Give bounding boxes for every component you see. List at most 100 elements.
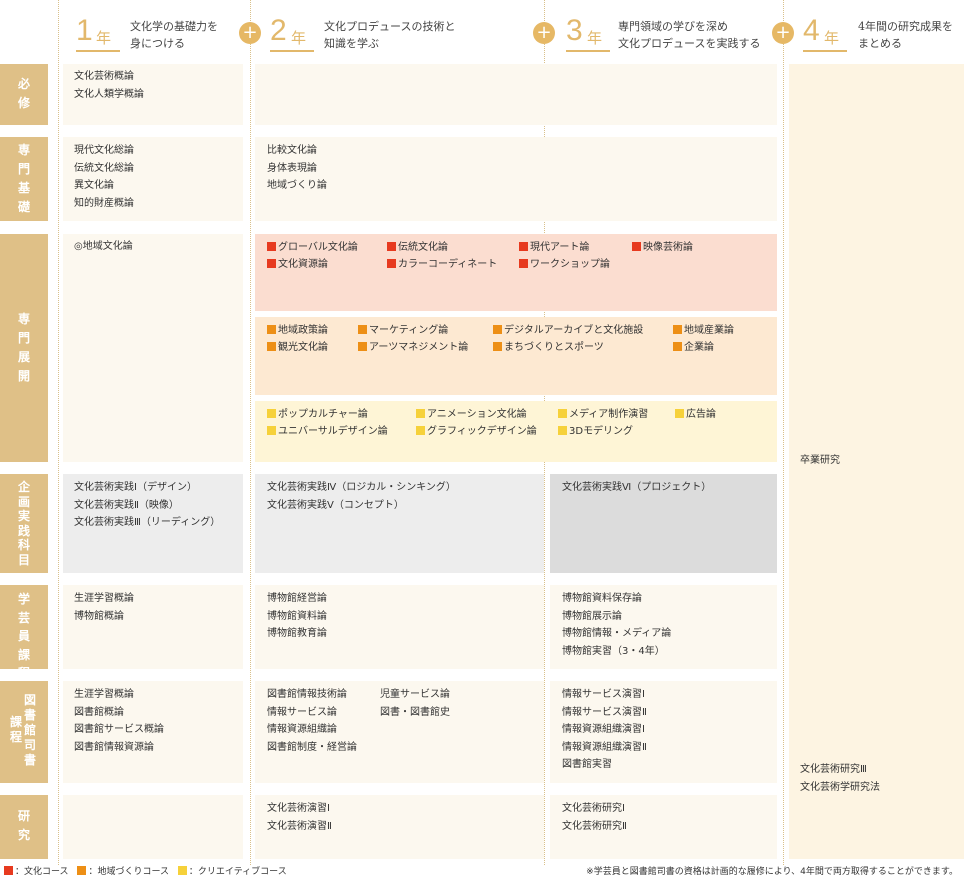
course-item: ワークショップ論 xyxy=(519,257,610,273)
course-item: 企業論 xyxy=(673,340,714,356)
cell-gakugeiin-y2: 博物館経営論 博物館資料論 博物館教育論 xyxy=(255,585,544,669)
row-label-toshokan: 図書館司書 課程 xyxy=(0,681,48,783)
list-gakugeiin-y3: 博物館資料保存論 博物館展示論 博物館情報・メディア論 博物館実習（3・4年） xyxy=(562,593,672,657)
square-icon xyxy=(267,426,276,435)
cell-senmon-tenkai-y1: ◎地域文化論 xyxy=(63,234,243,462)
guide-year2 xyxy=(250,0,251,865)
cell-kenkyu-y2: 文化芸術演習Ⅰ 文化芸術演習Ⅱ xyxy=(255,795,544,859)
course-item: ユニバーサルデザイン論 xyxy=(267,424,388,440)
square-icon xyxy=(416,426,425,435)
year-3: 3 年 xyxy=(566,14,610,54)
cell-kikaku-y1: 文化芸術実践Ⅰ（デザイン） 文化芸術実践Ⅱ（映像） 文化芸術実践Ⅲ（リーディング… xyxy=(63,474,243,573)
square-icon xyxy=(675,409,684,418)
list-kikaku-y2: 文化芸術実践Ⅳ（ロジカル・シンキング） 文化芸術実践Ⅴ（コンセプト） xyxy=(267,482,456,511)
year-4: 4 年 xyxy=(803,14,847,54)
year-1-desc: 文化学の基礎力を 身につける xyxy=(130,20,218,50)
list-senmon-kiso-y2: 比較文化論 身体表現論 地域づくり論 xyxy=(267,145,327,191)
course-item: 広告論 xyxy=(675,407,716,423)
year-4-desc: 4年間の研究成果を まとめる xyxy=(858,20,953,50)
year4-bottom-list: 文化芸術研究Ⅲ 文化芸術学研究法 xyxy=(800,764,880,793)
course-item: ポップカルチャー論 xyxy=(267,407,368,423)
cell-toshokan-y3: 情報サービス演習Ⅰ 情報サービス演習Ⅱ 情報資源組織演習Ⅰ 情報資源組織演習Ⅱ … xyxy=(550,681,777,783)
course-item: 3Dモデリング xyxy=(558,424,633,440)
course-item: 映像芸術論 xyxy=(632,240,693,256)
square-icon xyxy=(267,259,276,268)
year-3-desc: 専門領域の学びを深め 文化プロデュースを実践する xyxy=(618,20,761,50)
list-hisshu-y1: 文化芸術概論 文化人類学概論 xyxy=(74,71,144,100)
course-item: グローバル文化論 xyxy=(267,240,358,256)
legend-item-bunka: ：文化コース xyxy=(4,866,69,879)
list-kikaku-y3: 文化芸術実践Ⅵ（プロジェクト） xyxy=(562,482,712,493)
row-label-senmon-kiso: 専門基礎 xyxy=(0,137,48,221)
square-icon xyxy=(519,242,528,251)
course-item: 地域産業論 xyxy=(673,323,734,339)
footnote: ※学芸員と図書館司書の資格は計画的な履修により、4年間で両方取得することができま… xyxy=(586,867,958,877)
cell-toshokan-y2: 図書館情報技術論 情報サービス論 情報資源組織論 図書館制度・経営論 児童サービ… xyxy=(255,681,544,783)
list-toshokan-y2a: 図書館情報技術論 情報サービス論 情報資源組織論 図書館制度・経営論 xyxy=(267,689,357,753)
square-icon xyxy=(493,325,502,334)
square-icon xyxy=(387,242,396,251)
square-icon xyxy=(77,866,87,875)
list-gakugeiin-y2: 博物館経営論 博物館資料論 博物館教育論 xyxy=(267,593,327,639)
cell-gakugeiin-y3: 博物館資料保存論 博物館展示論 博物館情報・メディア論 博物館実習（3・4年） xyxy=(550,585,777,669)
square-icon xyxy=(673,325,682,334)
course-item: 現代アート論 xyxy=(519,240,589,256)
list-toshokan-y3: 情報サービス演習Ⅰ 情報サービス演習Ⅱ 情報資源組織演習Ⅰ 情報資源組織演習Ⅱ … xyxy=(562,689,647,770)
row-label-gakugeiin: 学芸員課程 xyxy=(0,585,48,680)
list-senmon-kiso-y1: 現代文化総論 伝統文化総論 異文化論 知的財産概論 xyxy=(74,145,134,209)
row-label-kikaku: 企画実践科目 xyxy=(0,474,48,573)
band-creative-course: ポップカルチャー論 アニメーション文化論 メディア制作演習 広告論 ユニバーサル… xyxy=(255,401,777,462)
cell-kikaku-y2: 文化芸術実践Ⅳ（ロジカル・シンキング） 文化芸術実践Ⅴ（コンセプト） xyxy=(255,474,544,573)
cell-gakugeiin-y1: 生涯学習概論 博物館概論 xyxy=(63,585,243,669)
guide-year1 xyxy=(58,0,59,865)
band-chiiki-course: 地域政策論 マーケティング論 デジタルアーカイブと文化施設 地域産業論 観光文化… xyxy=(255,317,777,395)
square-icon xyxy=(4,866,13,875)
course-item: まちづくりとスポーツ xyxy=(493,340,604,356)
row-label-senmon-tenkai: 専門展開 xyxy=(0,234,48,462)
cell-kenkyu-y3: 文化芸術研究Ⅰ 文化芸術研究Ⅱ xyxy=(550,795,777,859)
legend-item-creative: ：クリエイティブコース xyxy=(177,866,287,879)
cell-senmon-kiso-y2: 比較文化論 身体表現論 地域づくり論 xyxy=(255,137,777,221)
square-icon xyxy=(267,242,276,251)
year-2: 2 年 xyxy=(270,14,314,54)
course-item: アニメーション文化論 xyxy=(416,407,527,423)
course-item: マーケティング論 xyxy=(358,323,448,339)
list-toshokan-y1: 生涯学習概論 図書館概論 図書館サービス概論 図書館情報資源論 xyxy=(74,689,164,753)
course-item: 地域政策論 xyxy=(267,323,328,339)
year-1: 1 年 xyxy=(76,14,120,54)
square-icon xyxy=(267,325,276,334)
square-icon xyxy=(177,866,187,875)
square-icon xyxy=(493,342,502,351)
square-icon xyxy=(558,409,567,418)
band-bunka-course: グローバル文化論 伝統文化論 現代アート論 映像芸術論 文化資源論 カラーコーデ… xyxy=(255,234,777,311)
square-icon xyxy=(416,409,425,418)
course-item: メディア制作演習 xyxy=(558,407,648,423)
course-item: アーツマネジメント論 xyxy=(358,340,468,356)
square-icon xyxy=(387,259,396,268)
year4-sotsugyo: 卒業研究 xyxy=(800,455,840,466)
square-icon xyxy=(358,342,367,351)
plus-icon: + xyxy=(533,22,555,44)
year-2-desc: 文化プロデュースの技術と 知識を学ぶ xyxy=(324,20,456,50)
square-icon xyxy=(519,259,528,268)
row-label-hisshu: 必修 xyxy=(0,64,48,125)
list-toshokan-y2b: 児童サービス論 図書・図書館史 xyxy=(380,689,450,718)
list-gakugeiin-y1: 生涯学習概論 博物館概論 xyxy=(74,593,134,622)
guide-year4 xyxy=(783,0,784,865)
square-icon xyxy=(267,342,276,351)
plus-icon: + xyxy=(772,22,794,44)
plus-icon: + xyxy=(239,22,261,44)
list-kenkyu-y3: 文化芸術研究Ⅰ 文化芸術研究Ⅱ xyxy=(562,803,627,832)
square-icon xyxy=(558,426,567,435)
square-icon xyxy=(267,409,276,418)
square-icon xyxy=(673,342,682,351)
cell-senmon-kiso-y1: 現代文化総論 伝統文化総論 異文化論 知的財産概論 xyxy=(63,137,243,221)
square-icon xyxy=(358,325,367,334)
year4-column: 卒業研究 文化芸術研究Ⅲ 文化芸術学研究法 xyxy=(789,64,964,859)
list-kenkyu-y2: 文化芸術演習Ⅰ 文化芸術演習Ⅱ xyxy=(267,803,332,832)
cell-kenkyu-y1 xyxy=(63,795,243,859)
cell-toshokan-y1: 生涯学習概論 図書館概論 図書館サービス概論 図書館情報資源論 xyxy=(63,681,243,783)
legend-item-chiiki: ：地域づくりコース xyxy=(77,866,169,879)
cell-hisshu-y23 xyxy=(255,64,777,125)
course-item: 観光文化論 xyxy=(267,340,328,356)
